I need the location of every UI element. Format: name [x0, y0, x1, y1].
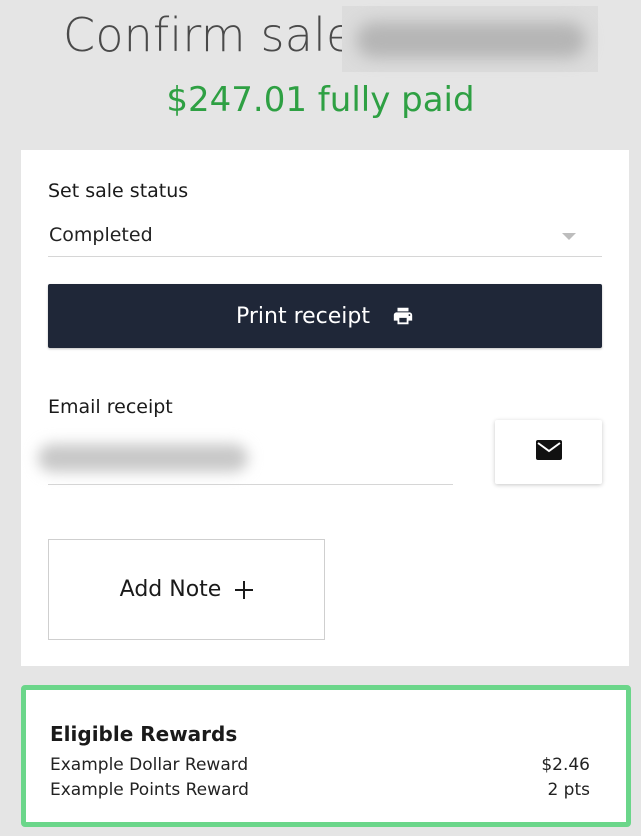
sale-status-value: Completed	[49, 224, 153, 246]
reward-value: $2.46	[541, 755, 590, 775]
sale-status-label: Set sale status	[48, 180, 189, 202]
reward-name: Example Dollar Reward	[50, 755, 249, 775]
rewards-title: Eligible Rewards	[50, 722, 238, 746]
sale-options-card: Set sale status Completed Print receipt …	[21, 150, 629, 666]
eligible-rewards-panel: Eligible Rewards Example Dollar Reward $…	[21, 685, 631, 827]
add-note-label: Add Note	[119, 577, 222, 602]
reward-row: Example Points Reward 2 pts	[50, 780, 590, 802]
send-email-button[interactable]	[495, 420, 602, 484]
printer-icon	[392, 305, 414, 327]
reward-row: Example Dollar Reward $2.46	[50, 755, 590, 777]
chevron-down-icon	[562, 233, 576, 240]
page-title: Confirm sale	[63, 8, 355, 62]
email-receipt-label: Email receipt	[48, 396, 173, 418]
page-header: Confirm sale	[0, 0, 641, 78]
email-receipt-input[interactable]	[38, 436, 453, 485]
customer-name-redacted	[342, 6, 598, 72]
payment-summary: $247.01 fully paid	[166, 80, 475, 120]
sale-status-select[interactable]: Completed	[48, 220, 602, 257]
print-receipt-button[interactable]: Print receipt	[48, 284, 602, 348]
mail-icon	[535, 439, 563, 465]
reward-name: Example Points Reward	[50, 780, 249, 800]
email-value-redacted	[38, 444, 248, 472]
reward-value: 2 pts	[547, 780, 590, 800]
add-note-button[interactable]: Add Note	[48, 539, 325, 640]
print-receipt-label: Print receipt	[235, 303, 371, 329]
plus-icon	[235, 580, 254, 599]
